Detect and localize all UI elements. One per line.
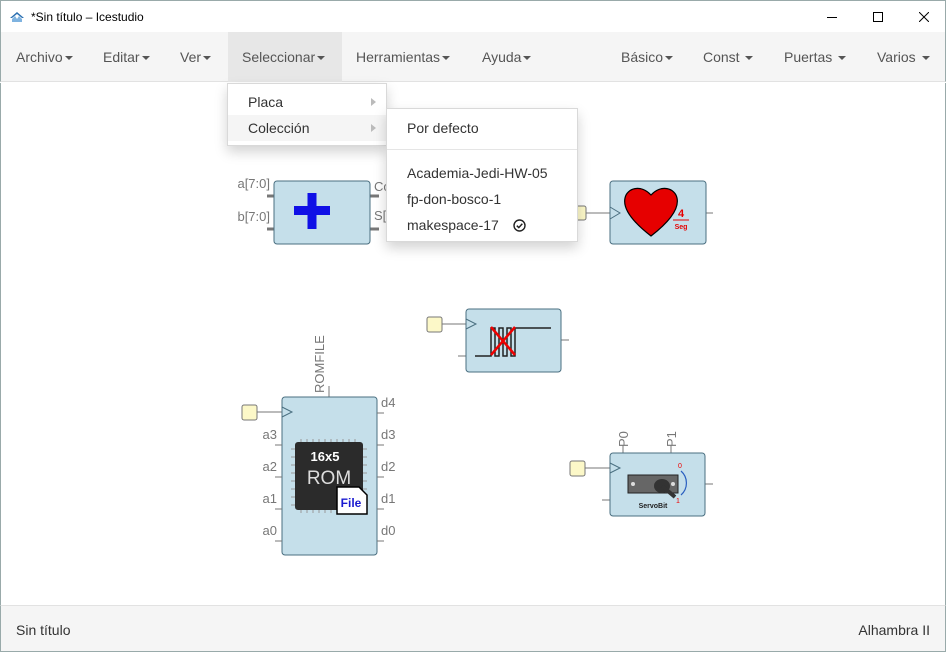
menu-editar[interactable]: Editar bbox=[103, 32, 150, 82]
menu-editar-label: Editar bbox=[103, 49, 140, 65]
collection-submenu: Por defecto Academia-Jedi-HW-05 fp-don-b… bbox=[386, 108, 578, 242]
submenu-arrow-icon bbox=[371, 124, 376, 132]
caret-down-icon bbox=[64, 56, 73, 61]
servo-angle-bottom: 1 bbox=[676, 498, 680, 505]
adder-port-b: b[7:0] bbox=[237, 209, 270, 224]
title-bar: *Sin título – Icestudio bbox=[0, 0, 946, 32]
project-name: Sin título bbox=[16, 622, 71, 638]
collection-item-academia-label: Academia-Jedi-HW-05 bbox=[407, 165, 548, 181]
rom-port-a2: a2 bbox=[263, 459, 277, 474]
select-dropdown: Placa Colección bbox=[227, 83, 387, 146]
menu-archivo[interactable]: Archivo bbox=[16, 32, 73, 82]
heart-unit-label: Seg bbox=[675, 224, 688, 231]
caret-down-icon bbox=[203, 56, 212, 61]
heart-freq-label: 4 bbox=[678, 208, 685, 220]
menu-divider bbox=[387, 149, 577, 150]
menu-item-coleccion[interactable]: Colección bbox=[228, 115, 386, 141]
rom-chip-icon: 16x5 ROM File bbox=[291, 439, 368, 515]
caret-down-icon bbox=[523, 56, 532, 61]
menu-basico[interactable]: Básico bbox=[621, 32, 674, 82]
window-title: *Sin título – Icestudio bbox=[31, 10, 144, 24]
rom-param-label: ROMFILE bbox=[312, 335, 327, 393]
rom-port-d2: d2 bbox=[381, 459, 395, 474]
menu-puertas-label: Puertas bbox=[784, 49, 833, 65]
rom-port-d3: d3 bbox=[381, 427, 395, 442]
maximize-button[interactable] bbox=[855, 1, 901, 33]
board-name[interactable]: Alhambra II bbox=[858, 622, 930, 638]
rom-block[interactable]: ROMFILE a3 a2 a1 a0 d4 d3 d2 d1 d0 16x5 … bbox=[241, 335, 395, 556]
clock-input-port[interactable] bbox=[426, 316, 443, 333]
collection-item-academia[interactable]: Academia-Jedi-HW-05 bbox=[387, 160, 577, 186]
minimize-button[interactable] bbox=[809, 1, 855, 33]
caret-down-icon bbox=[141, 56, 150, 61]
menu-const-label: Const bbox=[703, 49, 740, 65]
servo-param-p1: P1 bbox=[664, 431, 679, 447]
rom-port-d1: d1 bbox=[381, 491, 395, 506]
menu-varios-label: Varios bbox=[877, 49, 916, 65]
rom-chip-title: 16x5 bbox=[311, 449, 340, 464]
icestudio-logo-icon bbox=[10, 12, 24, 22]
close-icon bbox=[919, 12, 929, 22]
rom-port-a1: a1 bbox=[263, 491, 277, 506]
menu-item-coleccion-label: Colección bbox=[248, 120, 310, 136]
servo-block[interactable]: P0 P1 0 1 ServoBit bbox=[569, 431, 713, 517]
collection-item-default-label: Por defecto bbox=[407, 120, 479, 136]
adder-block[interactable]: a[7:0] b[7:0] Co S[ bbox=[237, 176, 391, 245]
collection-item-makespace[interactable]: makespace-17 bbox=[387, 212, 577, 238]
menu-herramientas[interactable]: Herramientas bbox=[356, 32, 451, 82]
menu-basico-label: Básico bbox=[621, 49, 664, 65]
rom-chip-label: ROM bbox=[307, 468, 351, 489]
status-bar: Sin título Alhambra II bbox=[0, 605, 946, 652]
adder-port-a: a[7:0] bbox=[237, 176, 270, 191]
menu-ayuda[interactable]: Ayuda bbox=[482, 32, 532, 82]
menu-const[interactable]: Const bbox=[703, 32, 754, 82]
menu-puertas[interactable]: Puertas bbox=[784, 32, 847, 82]
minimize-icon bbox=[827, 17, 837, 18]
menu-ver-label: Ver bbox=[180, 49, 202, 65]
menu-item-placa-label: Placa bbox=[248, 94, 284, 110]
servo-angle-top: 0 bbox=[678, 463, 682, 470]
rom-port-a3: a3 bbox=[263, 427, 277, 442]
rom-file-badge: File bbox=[341, 496, 362, 510]
menu-herramientas-label: Herramientas bbox=[356, 49, 441, 65]
menu-seleccionar[interactable]: Seleccionar bbox=[228, 32, 342, 82]
collection-item-makespace-label: makespace-17 bbox=[407, 217, 499, 233]
servo-label: ServoBit bbox=[639, 503, 668, 510]
submenu-arrow-icon bbox=[371, 98, 376, 106]
close-button[interactable] bbox=[901, 1, 946, 33]
caret-down-icon bbox=[665, 56, 674, 61]
collection-item-fp-don-bosco-label: fp-don-bosco-1 bbox=[407, 191, 502, 207]
rom-port-d4: d4 bbox=[381, 395, 395, 410]
rom-port-d0: d0 bbox=[381, 523, 395, 538]
caret-down-icon bbox=[745, 56, 754, 61]
adder-port-s: S[ bbox=[374, 208, 387, 223]
caret-down-icon bbox=[442, 56, 451, 61]
clock-input-port[interactable] bbox=[241, 404, 258, 421]
heart-block[interactable]: 4 Seg bbox=[573, 180, 713, 245]
caret-down-icon bbox=[838, 56, 847, 61]
menu-seleccionar-label: Seleccionar bbox=[242, 49, 316, 65]
menu-bar: Archivo Editar Ver Seleccionar Herramien… bbox=[0, 32, 946, 82]
maximize-icon bbox=[873, 12, 883, 22]
menu-archivo-label: Archivo bbox=[16, 49, 63, 65]
collection-item-default[interactable]: Por defecto bbox=[387, 115, 577, 141]
clock-input-port[interactable] bbox=[569, 460, 586, 477]
menu-ver[interactable]: Ver bbox=[180, 32, 212, 82]
menu-varios[interactable]: Varios bbox=[877, 32, 930, 82]
servo-param-p0: P0 bbox=[616, 431, 631, 447]
caret-down-icon bbox=[921, 56, 930, 61]
check-circle-icon bbox=[513, 219, 526, 232]
menu-item-placa[interactable]: Placa bbox=[228, 89, 386, 115]
rom-port-a0: a0 bbox=[263, 523, 277, 538]
menu-ayuda-label: Ayuda bbox=[482, 49, 522, 65]
debouncer-block[interactable] bbox=[426, 308, 569, 373]
collection-item-fp-don-bosco[interactable]: fp-don-bosco-1 bbox=[387, 186, 577, 212]
caret-down-icon bbox=[317, 56, 326, 61]
